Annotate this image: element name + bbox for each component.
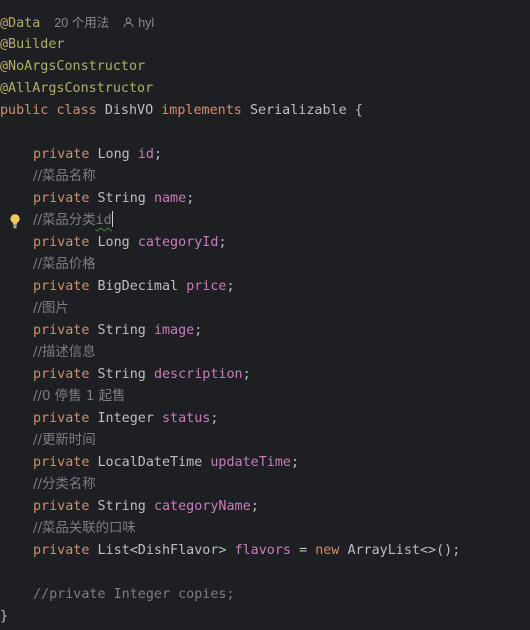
code-line-4[interactable]: @AllArgsConstructor [0,78,530,100]
code-line-22[interactable]: //分类名称 [0,474,530,496]
annotation-noargs: @NoArgsConstructor [0,59,146,74]
code-line-5[interactable]: public class DishVO implements Serializa… [0,100,530,122]
comment-line: //更新时间 [33,433,96,448]
field-name: status [162,411,211,426]
field-name: categoryName [153,499,251,514]
field-name: categoryId [137,235,219,250]
code-line-21[interactable]: private LocalDateTime updateTime; [0,452,530,474]
code-editor[interactable]: @Data 20 个用法 hyl @Builder @NoArgsConstruct… [0,12,530,628]
code-line-16[interactable]: //描述信息 [0,342,530,364]
code-line-3[interactable]: @NoArgsConstructor [0,56,530,78]
keyword-class: class [56,103,97,118]
comment-suffix: id [95,213,112,228]
semicolon: ; [250,499,259,514]
code-line-7[interactable]: private Long id; [0,144,530,166]
code-line-12[interactable]: //菜品价格 [0,254,530,276]
code-line-14[interactable]: //图片 [0,298,530,320]
field-type: String [97,499,146,514]
semicolon: ; [194,323,203,338]
usages-hint[interactable]: 20 个用法 [54,16,109,30]
modifier: private [33,411,90,426]
field-name: name [153,191,187,206]
lightbulb-icon[interactable] [8,213,22,229]
comment-line: //分类名称 [33,477,96,492]
keyword-implements: implements [161,103,242,118]
field-name: updateTime [210,455,291,470]
semicolon: ; [186,191,195,206]
annotation-data: @Data [0,16,41,31]
code-line-20[interactable]: //更新时间 [0,430,530,452]
text-caret [111,211,113,227]
field-type: LocalDateTime [97,455,203,470]
modifier: private [33,367,90,382]
code-line-28[interactable]: } [0,606,530,628]
class-name: DishVO [104,103,154,118]
code-line-26[interactable] [0,562,530,584]
modifier: private [33,235,90,250]
modifier: private [33,543,90,558]
code-line-8[interactable]: //菜品名称 [0,166,530,188]
semicolon: ; [153,147,162,162]
modifier: private [33,499,90,514]
code-line-10[interactable]: //菜品分类id [0,210,530,232]
field-name: flavors [234,543,291,558]
semicolon: ; [218,235,227,250]
modifier: private [33,323,90,338]
code-line-27[interactable]: //private Integer copies; [0,584,530,606]
keyword-new: new [315,543,340,558]
field-type: List<DishFlavor> [97,543,227,558]
comment-line: //菜品关联的口味 [33,521,136,536]
comment-line: //图片 [33,301,69,316]
modifier: private [33,455,90,470]
closing-brace: } [0,609,9,624]
keyword-public: public [0,103,49,118]
field-type: Long [97,147,130,162]
field-type: BigDecimal [97,279,179,294]
code-line-15[interactable]: private String image; [0,320,530,342]
code-line-1[interactable]: @Data 20 个用法 hyl [0,12,530,34]
semicolon: ; [242,367,251,382]
code-line-24[interactable]: //菜品关联的口味 [0,518,530,540]
code-line-9[interactable]: private String name; [0,188,530,210]
comment-line: //描述信息 [33,345,96,360]
modifier: private [33,191,90,206]
modifier: private [33,279,90,294]
author-hint[interactable]: hyl [123,16,154,30]
modifier: private [33,147,90,162]
semicolon: ; [226,279,235,294]
annotation-allargs: @AllArgsConstructor [0,81,154,96]
semicolon: ; [291,455,300,470]
comment-line: //菜品价格 [33,257,96,272]
field-name: description [153,367,243,382]
annotation-builder: @Builder [0,37,65,52]
comment-line: //菜品名称 [33,169,96,184]
open-brace: { [354,103,363,118]
field-name: price [186,279,227,294]
code-line-25[interactable]: private List<DishFlavor> flavors = new A… [0,540,530,562]
code-line-17[interactable]: private String description; [0,364,530,386]
field-type: Long [97,235,130,250]
field-name: id [137,147,154,162]
initializer: ArrayList<>(); [347,543,461,558]
field-type: String [97,367,146,382]
field-type: Integer [97,411,154,426]
assign-operator: = [299,543,308,558]
semicolon: ; [210,411,219,426]
code-line-19[interactable]: private Integer status; [0,408,530,430]
code-line-2[interactable]: @Builder [0,34,530,56]
code-line-23[interactable]: private String categoryName; [0,496,530,518]
comment-line: //private Integer copies; [33,587,235,602]
code-line-6[interactable] [0,122,530,144]
comment-prefix: //菜品分类 [33,213,96,228]
code-line-18[interactable]: //0 停售 1 起售 [0,386,530,408]
interface-name: Serializable [249,103,347,118]
code-line-13[interactable]: private BigDecimal price; [0,276,530,298]
code-line-11[interactable]: private Long categoryId; [0,232,530,254]
author-name: hyl [138,16,155,30]
field-type: String [97,191,146,206]
field-type: String [97,323,146,338]
user-icon [123,17,134,28]
field-name: image [153,323,195,338]
comment-line: //0 停售 1 起售 [33,389,126,404]
